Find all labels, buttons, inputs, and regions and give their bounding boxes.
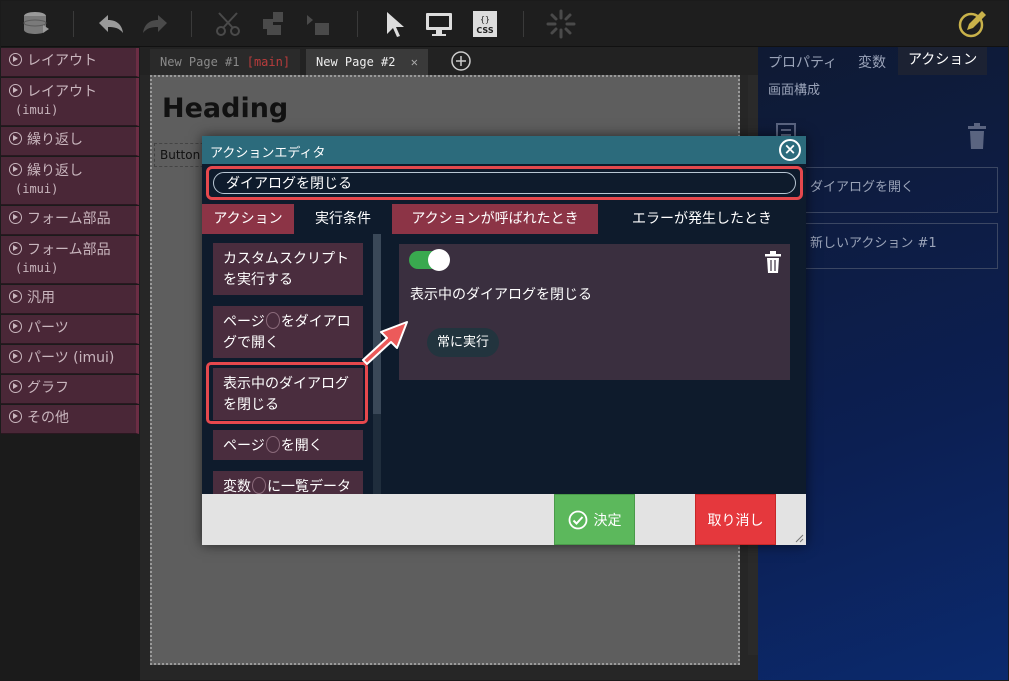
- play-circle-icon: [9, 163, 22, 176]
- copy-icon[interactable]: [257, 9, 289, 39]
- palette-item-parts[interactable]: パーツ: [1, 315, 139, 344]
- play-circle-icon: [9, 410, 22, 423]
- play-circle-icon: [9, 350, 22, 363]
- undo-icon[interactable]: [95, 9, 127, 39]
- toolbar-separator: [191, 11, 192, 37]
- redo-icon[interactable]: [139, 9, 171, 39]
- delete-action-icon[interactable]: [765, 251, 781, 273]
- palette-item-layout-imui[interactable]: レイアウト (imui): [1, 78, 139, 126]
- dialog-title: アクションエディタ: [202, 136, 806, 164]
- ok-button[interactable]: 決定: [554, 494, 635, 545]
- action-detail-title: 表示中のダイアログを閉じる: [410, 287, 592, 303]
- resize-handle-icon[interactable]: [794, 533, 804, 543]
- main-toolbar: {} CSS: [1, 1, 1008, 47]
- check-circle-icon: [568, 510, 587, 529]
- palette-item-repeat[interactable]: 繰り返し: [1, 127, 139, 156]
- tab-condition[interactable]: 実行条件: [294, 204, 392, 234]
- play-circle-icon: [9, 211, 22, 224]
- cursor-icon[interactable]: [379, 9, 411, 39]
- tab-action[interactable]: アクション: [202, 204, 294, 234]
- palette-item-repeat-imui[interactable]: 繰り返し (imui): [1, 157, 139, 205]
- toggle-knob[interactable]: [428, 249, 450, 271]
- palette-item-form-imui[interactable]: フォーム部品 (imui): [1, 236, 139, 284]
- css-icon[interactable]: {} CSS: [469, 9, 501, 39]
- palette-item-other[interactable]: その他: [1, 405, 139, 434]
- selected-action-highlight: [206, 362, 368, 424]
- svg-text:CSS: CSS: [476, 26, 493, 35]
- close-icon[interactable]: ×: [779, 139, 801, 161]
- palette-item-graph[interactable]: グラフ: [1, 375, 139, 404]
- canvas-heading[interactable]: Heading: [162, 93, 288, 124]
- tab-on-called[interactable]: アクションが呼ばれたとき: [392, 204, 598, 234]
- spinner-icon[interactable]: [545, 9, 577, 39]
- trash-icon[interactable]: [966, 122, 988, 150]
- annotation-arrow-icon: [362, 321, 408, 365]
- toolbar-separator: [73, 11, 74, 37]
- action-name-highlight: [206, 166, 803, 200]
- cut-icon[interactable]: [213, 9, 245, 39]
- component-palette: レイアウト レイアウト (imui) 繰り返し 繰り返し (imui) フォーム部品…: [1, 47, 139, 680]
- cancel-button[interactable]: 取り消し: [695, 494, 776, 545]
- play-circle-icon: [9, 53, 22, 66]
- close-tab-icon[interactable]: ✕: [411, 55, 418, 69]
- tab-on-error[interactable]: エラーが発生したとき: [598, 204, 806, 234]
- palette-item-parts-imui[interactable]: パーツ (imui): [1, 345, 139, 374]
- action-item-open-page[interactable]: ページ を開く: [213, 430, 363, 460]
- monitor-icon[interactable]: [423, 9, 455, 39]
- play-circle-icon: [9, 132, 22, 145]
- paste-icon[interactable]: [303, 9, 335, 39]
- page-tab-bar: New Page #1 [main] New Page #2 ✕: [140, 47, 758, 75]
- palette-item-form[interactable]: フォーム部品: [1, 206, 139, 235]
- svg-text:{}: {}: [480, 15, 490, 24]
- palette-item-general[interactable]: 汎用: [1, 285, 139, 314]
- variable-placeholder: [265, 312, 280, 329]
- variable-placeholder: [265, 436, 280, 453]
- action-detail-card: [399, 244, 790, 380]
- action-card-open-dialog[interactable]: ダイアログを開く: [797, 167, 998, 213]
- tab-properties[interactable]: プロパティ: [768, 52, 837, 72]
- play-circle-icon: [9, 242, 22, 255]
- action-name-input[interactable]: [213, 172, 796, 194]
- add-tab-icon[interactable]: [450, 50, 472, 72]
- action-item-set-list-data[interactable]: 変数 に一覧データ: [213, 471, 363, 494]
- play-circle-icon: [9, 380, 22, 393]
- play-circle-icon: [9, 84, 22, 97]
- tab-actions[interactable]: アクション: [898, 47, 988, 75]
- tab-new-page-1[interactable]: New Page #1 [main]: [150, 49, 301, 75]
- tab-variables[interactable]: 変数: [858, 52, 886, 72]
- tab-screen-structure[interactable]: 画面構成: [768, 79, 820, 98]
- edit-pen-icon[interactable]: [957, 9, 989, 39]
- play-circle-icon: [9, 320, 22, 333]
- database-icon[interactable]: [21, 9, 53, 39]
- play-circle-icon: [9, 290, 22, 303]
- action-item-open-page-dialog[interactable]: ページ をダイアロ グで開く: [213, 306, 363, 358]
- palette-item-layout[interactable]: レイアウト: [1, 48, 139, 77]
- variable-placeholder: [252, 477, 266, 494]
- condition-chip[interactable]: 常に実行: [427, 328, 500, 357]
- action-card-new-action[interactable]: 新しいアクション #1: [797, 223, 998, 269]
- tab-new-page-2[interactable]: New Page #2 ✕: [306, 49, 428, 75]
- toolbar-separator: [523, 11, 524, 37]
- action-item-custom-script[interactable]: カスタムスクリプト を実行する: [213, 243, 363, 295]
- toolbar-separator: [357, 11, 358, 37]
